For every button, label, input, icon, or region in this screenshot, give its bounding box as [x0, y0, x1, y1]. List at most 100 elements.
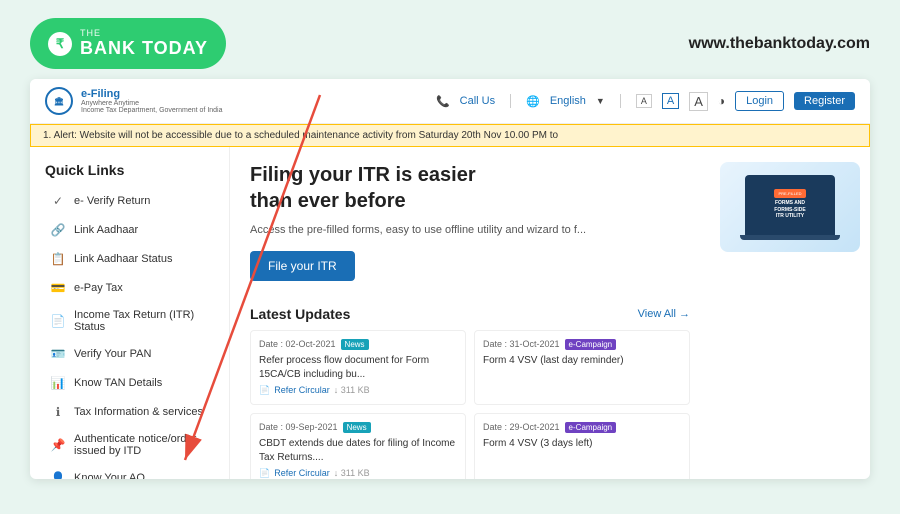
image-panel: PRE-FILLED FORMS ANDFORMS-SIDEITR UTILIT… [710, 147, 870, 479]
update-date-row-2: Date : 31-Oct-2021 e-Campaign [483, 339, 681, 350]
efiling-logo: e-Filing Anywhere Anytime Income Tax Dep… [81, 88, 223, 114]
inner-navbar: 🏛 e-Filing Anywhere Anytime Income Tax D… [30, 79, 870, 124]
sidebar-title: Quick Links [30, 157, 229, 186]
update-ref-3[interactable]: 📄Refer Circular↓ 311 KB [259, 468, 457, 479]
font-small-icon[interactable]: A [636, 94, 652, 108]
phone-icon: 📞 [436, 95, 450, 108]
auth-icon: 📌 [50, 437, 66, 453]
updates-grid: Date : 02-Oct-2021 News Refer process fl… [250, 330, 690, 480]
update-card-3: Date : 09-Sep-2021 News CBDT extends due… [250, 413, 466, 480]
aadhaar-status-label: Link Aadhaar Status [74, 253, 172, 265]
update-date-2: Date : 31-Oct-2021 [483, 339, 560, 349]
update-text-2: Form 4 VSV (last day reminder) [483, 354, 681, 368]
update-card-2: Date : 31-Oct-2021 e-Campaign Form 4 VSV… [474, 330, 690, 405]
badge-campaign-2: e-Campaign [565, 339, 617, 350]
sidebar-item-tax-info[interactable]: ℹ Tax Information & services [35, 398, 224, 426]
sidebar-item-authenticate[interactable]: 📌 Authenticate notice/order issued by IT… [35, 427, 224, 463]
link-aadhaar-label: Link Aadhaar [74, 224, 138, 236]
rupee-icon: ₹ [48, 32, 72, 56]
font-large-icon[interactable]: A [689, 92, 708, 111]
update-date-4: Date : 29-Oct-2021 [483, 422, 560, 432]
know-ao-label: Know Your AO [74, 472, 145, 479]
update-text-1: Refer process flow document for Form 15C… [259, 354, 457, 382]
ao-icon: 👤 [50, 470, 66, 479]
sidebar-item-epay[interactable]: 💳 e-Pay Tax [35, 274, 224, 302]
screen-text: FORMS ANDFORMS-SIDEITR UTILITY [774, 200, 805, 220]
epay-icon: 💳 [50, 280, 66, 296]
update-date-1: Date : 02-Oct-2021 [259, 339, 336, 349]
sidebar-item-everify[interactable]: ✓ e- Verify Return [35, 187, 224, 215]
tan-icon: 📊 [50, 375, 66, 391]
login-button[interactable]: Login [735, 91, 784, 111]
sidebar-item-aadhaar-status[interactable]: 📋 Link Aadhaar Status [35, 245, 224, 273]
pan-icon: 🪪 [50, 346, 66, 362]
laptop-screen: PRE-FILLED FORMS ANDFORMS-SIDEITR UTILIT… [745, 175, 835, 235]
logo-small-text: THE [80, 28, 208, 38]
latest-updates: Latest Updates View All → Date : 02-Oct-… [250, 306, 690, 480]
sidebar: Quick Links ✓ e- Verify Return 🔗 Link Aa… [30, 147, 230, 479]
top-bar: ₹ THE BANK TODAY www.thebanktoday.com [0, 0, 900, 79]
tax-info-label: Tax Information & services [74, 406, 203, 418]
content-area: Quick Links ✓ e- Verify Return 🔗 Link Aa… [30, 147, 870, 479]
sidebar-item-know-ao[interactable]: 👤 Know Your AO [35, 464, 224, 479]
verify-pan-label: Verify Your PAN [74, 348, 151, 360]
sidebar-item-tan[interactable]: 📊 Know TAN Details [35, 369, 224, 397]
hero-section: Filing your ITR is easierthan ever befor… [230, 147, 710, 479]
contrast-icon[interactable]: ◑ [718, 94, 725, 108]
hero-desc: Access the pre-filled forms, easy to use… [250, 222, 690, 239]
font-medium-icon[interactable]: A [662, 93, 679, 109]
tan-label: Know TAN Details [74, 377, 162, 389]
efiling-subtitle: Anywhere Anytime [81, 100, 223, 107]
everify-icon: ✓ [50, 193, 66, 209]
nav-left: 🏛 e-Filing Anywhere Anytime Income Tax D… [45, 87, 223, 115]
language-selector[interactable]: English [550, 95, 586, 107]
alert-text: 1. Alert: Website will not be accessible… [43, 130, 558, 141]
laptop-illustration: PRE-FILLED FORMS ANDFORMS-SIDEITR UTILIT… [720, 162, 860, 252]
update-date-row-1: Date : 02-Oct-2021 News [259, 339, 457, 350]
updates-header: Latest Updates View All → [250, 306, 690, 322]
file-itr-button[interactable]: File your ITR [250, 251, 355, 281]
nav-right: 📞 Call Us 🌐 English ▼ A A A ◑ Login Regi… [436, 91, 855, 111]
logo-big-text: BANK TODAY [80, 38, 208, 59]
call-us-label[interactable]: Call Us [460, 95, 495, 107]
badge-campaign-4: e-Campaign [565, 422, 617, 433]
everify-label: e- Verify Return [74, 195, 150, 207]
globe-icon: 🌐 [526, 95, 540, 108]
hero-title: Filing your ITR is easierthan ever befor… [250, 162, 690, 214]
itr-icon: 📄 [50, 313, 66, 329]
logo-badge[interactable]: ₹ THE BANK TODAY [30, 18, 226, 69]
logo-text-group: THE BANK TODAY [80, 28, 208, 59]
status-icon: 📋 [50, 251, 66, 267]
epay-label: e-Pay Tax [74, 282, 123, 294]
lang-arrow: ▼ [596, 96, 605, 106]
updates-title: Latest Updates [250, 306, 350, 322]
badge-news-3: News [343, 422, 371, 433]
efiling-title: e-Filing [81, 88, 223, 100]
link-icon: 🔗 [50, 222, 66, 238]
update-card-4: Date : 29-Oct-2021 e-Campaign Form 4 VSV… [474, 413, 690, 480]
efiling-dept: Income Tax Department, Government of Ind… [81, 107, 223, 114]
update-ref-1[interactable]: 📄Refer Circular↓ 311 KB [259, 385, 457, 396]
register-button[interactable]: Register [794, 92, 855, 110]
update-card-1: Date : 02-Oct-2021 News Refer process fl… [250, 330, 466, 405]
sidebar-item-itr-status[interactable]: 📄 Income Tax Return (ITR) Status [35, 303, 224, 339]
auth-label: Authenticate notice/order issued by ITD [74, 433, 209, 457]
laptop-base [740, 235, 840, 240]
update-text-4: Form 4 VSV (3 days left) [483, 437, 681, 451]
taxinfo-icon: ℹ [50, 404, 66, 420]
screen-badge: PRE-FILLED [774, 189, 805, 198]
update-text-3: CBDT extends due dates for filing of Inc… [259, 437, 457, 465]
main-content-box: 🏛 e-Filing Anywhere Anytime Income Tax D… [30, 79, 870, 479]
alert-bar: 1. Alert: Website will not be accessible… [30, 124, 870, 147]
divider2 [620, 94, 621, 108]
update-date-row-4: Date : 29-Oct-2021 e-Campaign [483, 422, 681, 433]
website-url: www.thebanktoday.com [689, 35, 870, 53]
govt-emblem: 🏛 [45, 87, 73, 115]
sidebar-item-link-aadhaar[interactable]: 🔗 Link Aadhaar [35, 216, 224, 244]
sidebar-item-verify-pan[interactable]: 🪪 Verify Your PAN [35, 340, 224, 368]
main-panel: Filing your ITR is easierthan ever befor… [230, 147, 870, 479]
update-date-row-3: Date : 09-Sep-2021 News [259, 422, 457, 433]
badge-news-1: News [341, 339, 369, 350]
update-date-3: Date : 09-Sep-2021 [259, 422, 338, 432]
view-all-link[interactable]: View All → [638, 308, 690, 320]
